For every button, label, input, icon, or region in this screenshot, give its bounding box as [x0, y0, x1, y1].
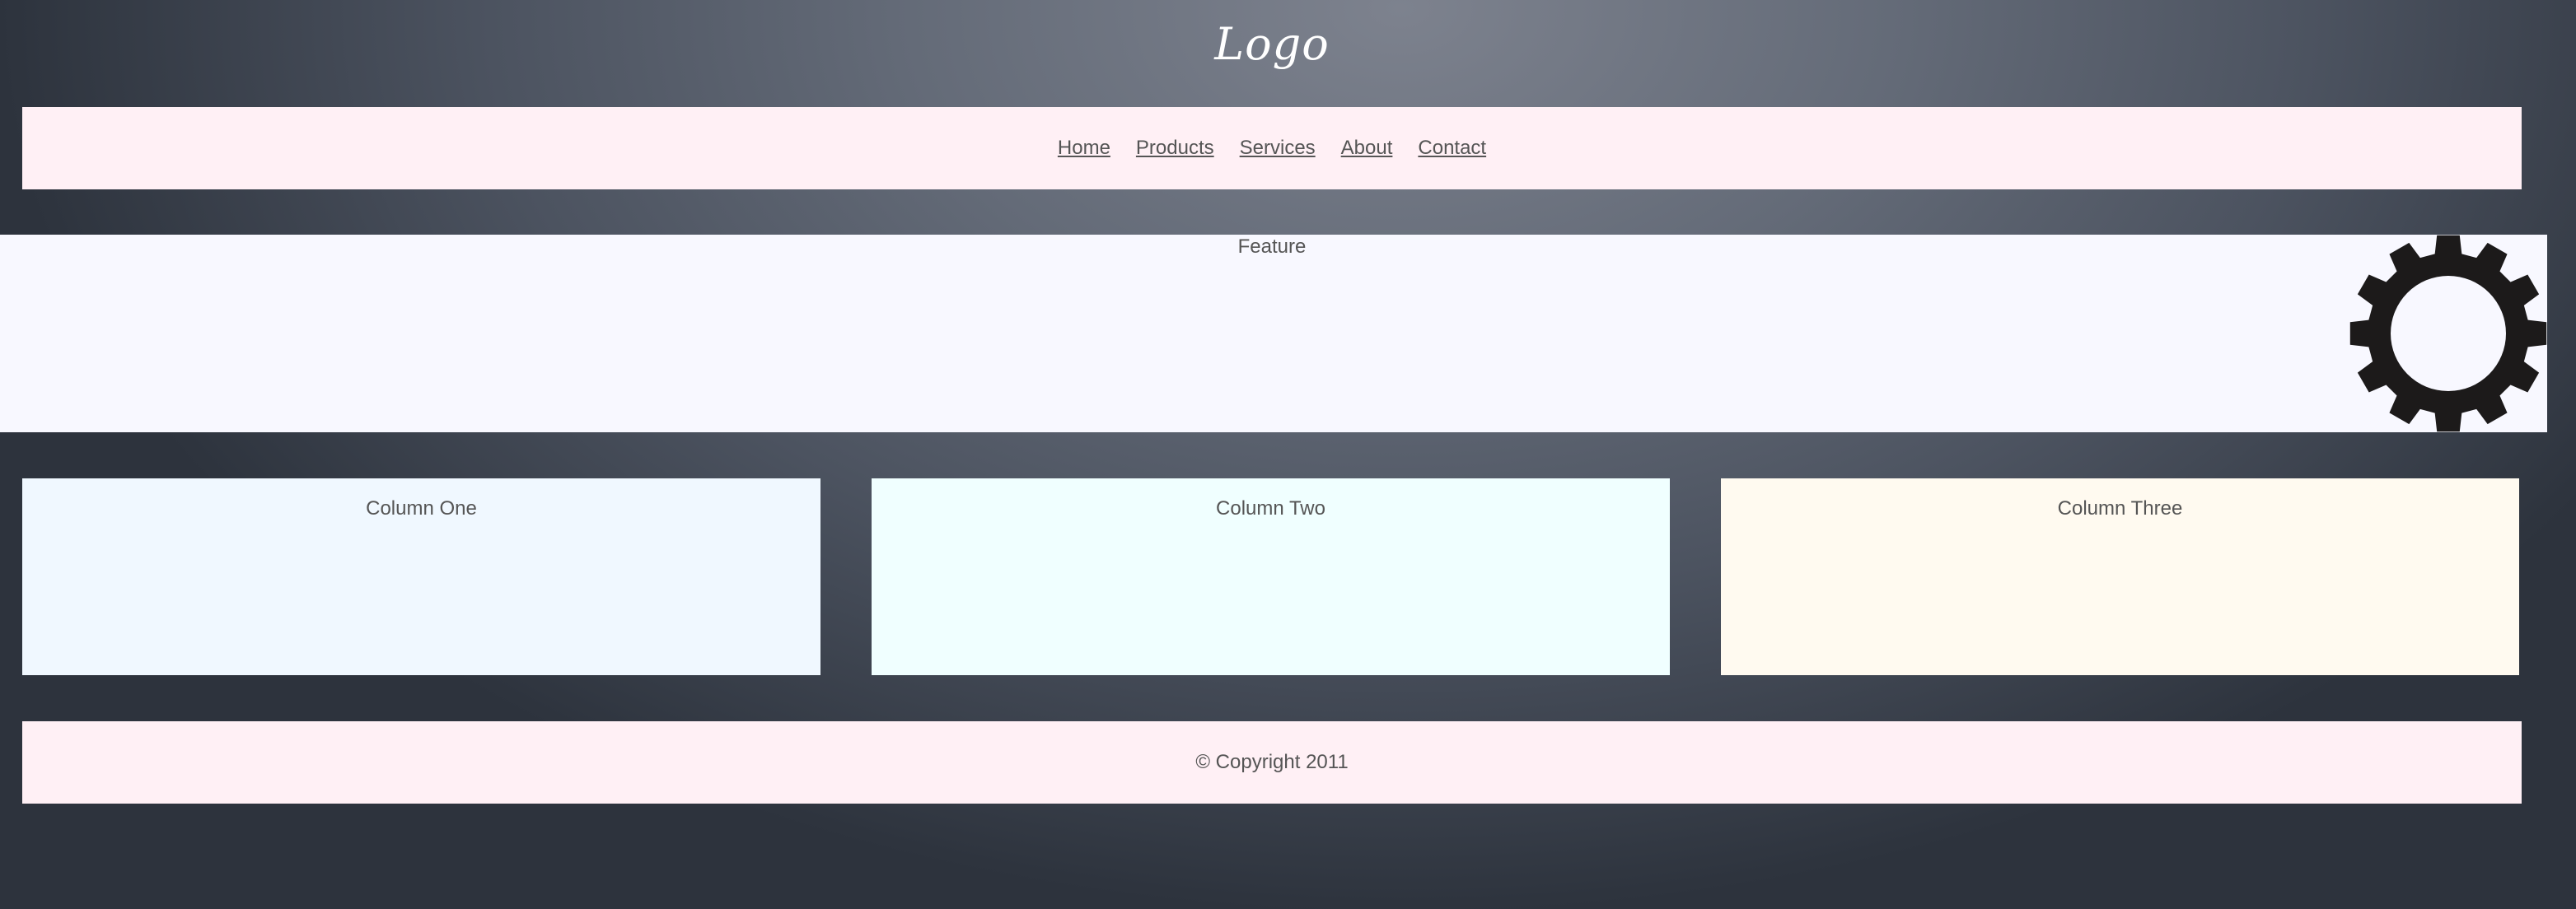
logo: Logo [1214, 18, 1330, 70]
nav-link-products[interactable]: Products [1136, 137, 1214, 160]
footer: © Copyright 2011 [22, 721, 2522, 804]
copyright-text: © Copyright 2011 [1195, 751, 1349, 773]
column-two-title: Column Two [1216, 497, 1325, 520]
nav-link-contact[interactable]: Contact [1418, 137, 1486, 160]
column-three: Column Three [1721, 478, 2519, 675]
nav-link-services[interactable]: Services [1240, 137, 1316, 160]
main-nav: Home Products Services About Contact [22, 107, 2522, 189]
column-two: Column Two [872, 478, 1670, 675]
nav-link-home[interactable]: Home [1058, 137, 1110, 160]
nav-link-about[interactable]: About [1341, 137, 1393, 160]
column-one: Column One [22, 478, 820, 675]
feature-title: Feature [1237, 235, 1307, 258]
feature-panel: Feature [0, 235, 2547, 432]
gear-icon [2349, 235, 2547, 432]
column-three-title: Column Three [2057, 497, 2183, 520]
column-one-title: Column One [366, 497, 477, 520]
